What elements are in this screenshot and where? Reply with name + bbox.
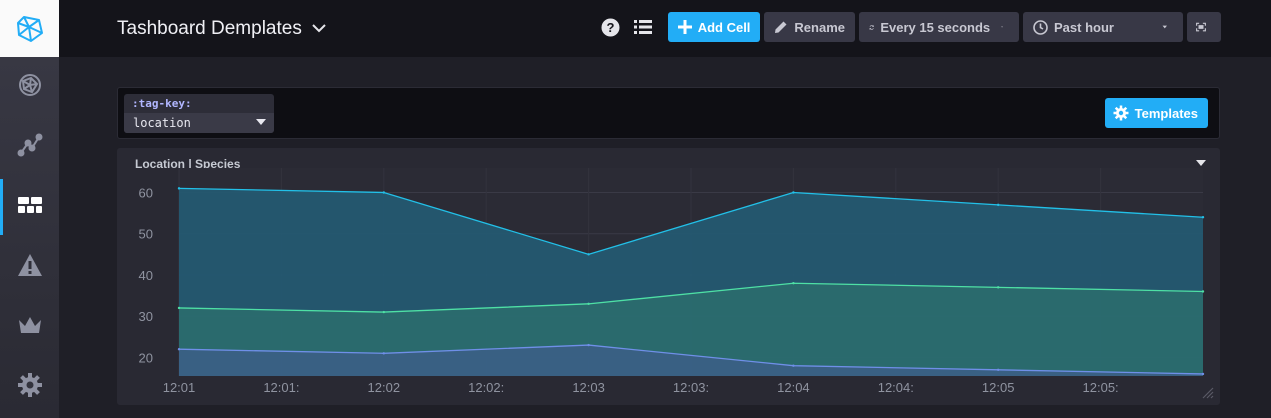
auto-refresh-label: Every 15 seconds bbox=[880, 19, 991, 35]
sidebar-item-dashboards[interactable] bbox=[0, 177, 59, 237]
x-tick-label: 12:05: bbox=[1083, 380, 1119, 395]
sidebar-item-config[interactable] bbox=[0, 357, 59, 417]
data-point bbox=[792, 282, 795, 285]
dashboard-cell[interactable]: Location | Species 20 30 40 50 60 12:01 12:01:… bbox=[117, 148, 1220, 405]
rename-label: Rename bbox=[794, 19, 845, 35]
influxdb-logo-icon[interactable] bbox=[0, 0, 59, 57]
gear-icon bbox=[1113, 105, 1129, 121]
x-tick-label: 12:01 bbox=[163, 380, 196, 395]
x-tick-label: 12:02: bbox=[468, 380, 504, 395]
data-point bbox=[997, 368, 1000, 372]
help-icon[interactable]: ? bbox=[600, 16, 622, 38]
data-point bbox=[177, 187, 181, 190]
sidebar bbox=[0, 0, 59, 418]
rename-button[interactable]: Rename bbox=[764, 12, 855, 42]
refresh-icon bbox=[869, 24, 874, 30]
x-tick-label: 12:05 bbox=[982, 380, 1015, 395]
data-point bbox=[382, 352, 385, 355]
clock-icon bbox=[1033, 19, 1048, 35]
time-range-dropdown[interactable]: Past hour bbox=[1023, 12, 1183, 42]
caret-down-icon bbox=[1162, 25, 1167, 29]
host-icon bbox=[17, 72, 43, 103]
x-tick-label: 12:03: bbox=[673, 380, 709, 395]
plus-icon bbox=[677, 20, 692, 34]
template-variable-value-select[interactable]: location bbox=[124, 113, 274, 133]
templates-button[interactable]: Templates bbox=[1104, 98, 1208, 128]
data-point bbox=[1201, 216, 1205, 219]
time-range-label: Past hour bbox=[1054, 19, 1114, 35]
chevron-down-icon bbox=[312, 24, 326, 33]
y-tick-label: 50 bbox=[139, 227, 153, 242]
gear-icon bbox=[17, 372, 43, 403]
data-point bbox=[177, 347, 181, 351]
dashboard-title-dropdown[interactable]: Tashboard Demplates bbox=[117, 18, 326, 40]
list-icon[interactable] bbox=[632, 16, 654, 38]
data-point bbox=[997, 203, 1000, 207]
sidebar-item-data-explorer[interactable] bbox=[0, 117, 59, 177]
x-tick-label: 12:04: bbox=[878, 380, 914, 395]
data-point bbox=[587, 343, 590, 347]
dashboards-icon bbox=[17, 192, 43, 223]
x-tick-label: 12:02 bbox=[368, 380, 401, 395]
page-title: Tashboard Demplates bbox=[117, 17, 302, 39]
toolbar: ? Add Cell Rename Every 15 seconds Past … bbox=[600, 12, 1221, 42]
data-point bbox=[1201, 290, 1205, 293]
data-point bbox=[997, 286, 1000, 289]
x-tick-label: 12:03 bbox=[572, 380, 605, 395]
data-point bbox=[382, 191, 385, 194]
data-point bbox=[1201, 372, 1205, 376]
alert-icon bbox=[17, 252, 43, 283]
resize-handle-icon[interactable] bbox=[1202, 387, 1214, 399]
expand-icon bbox=[1196, 22, 1206, 32]
caret-down-icon bbox=[256, 119, 266, 125]
y-tick-label: 30 bbox=[139, 309, 153, 324]
data-point bbox=[792, 191, 795, 194]
sidebar-item-alerting[interactable] bbox=[0, 237, 59, 297]
data-point bbox=[587, 302, 590, 306]
add-cell-label: Add Cell bbox=[697, 19, 751, 35]
data-point bbox=[382, 310, 385, 314]
caret-down-icon bbox=[1001, 26, 1003, 28]
template-variable-dropdown[interactable]: :tag-key: location bbox=[124, 94, 274, 133]
x-tick-label: 12:01: bbox=[263, 380, 299, 395]
sidebar-item-admin[interactable] bbox=[0, 297, 59, 357]
add-cell-button[interactable]: Add Cell bbox=[667, 12, 761, 42]
page-header: Tashboard Demplates ? Add Cell Rename Ev… bbox=[59, 0, 1271, 57]
svg-text:?: ? bbox=[607, 20, 615, 35]
pencil-icon bbox=[775, 21, 787, 33]
template-variable-name: :tag-key: bbox=[132, 97, 192, 110]
templates-label: Templates bbox=[1134, 105, 1198, 121]
auto-refresh-dropdown[interactable]: Every 15 seconds bbox=[859, 12, 1019, 42]
template-variable-value: location bbox=[133, 116, 191, 130]
data-point bbox=[587, 253, 590, 256]
fullscreen-button[interactable] bbox=[1187, 12, 1221, 42]
y-tick-label: 60 bbox=[139, 185, 153, 200]
template-variables-bar: :tag-key: location Templates bbox=[117, 87, 1220, 139]
crown-icon bbox=[17, 312, 43, 343]
data-point bbox=[177, 306, 181, 310]
data-point bbox=[792, 364, 795, 367]
y-tick-label: 40 bbox=[139, 268, 153, 283]
graph-icon bbox=[17, 132, 43, 163]
y-tick-label: 20 bbox=[139, 350, 153, 365]
x-tick-label: 12:04 bbox=[777, 380, 810, 395]
sidebar-item-host[interactable] bbox=[0, 57, 59, 117]
area-chart[interactable]: 20 30 40 50 60 12:01 12:01: 12:02 12:02: 12:03 12:… bbox=[117, 148, 1220, 405]
